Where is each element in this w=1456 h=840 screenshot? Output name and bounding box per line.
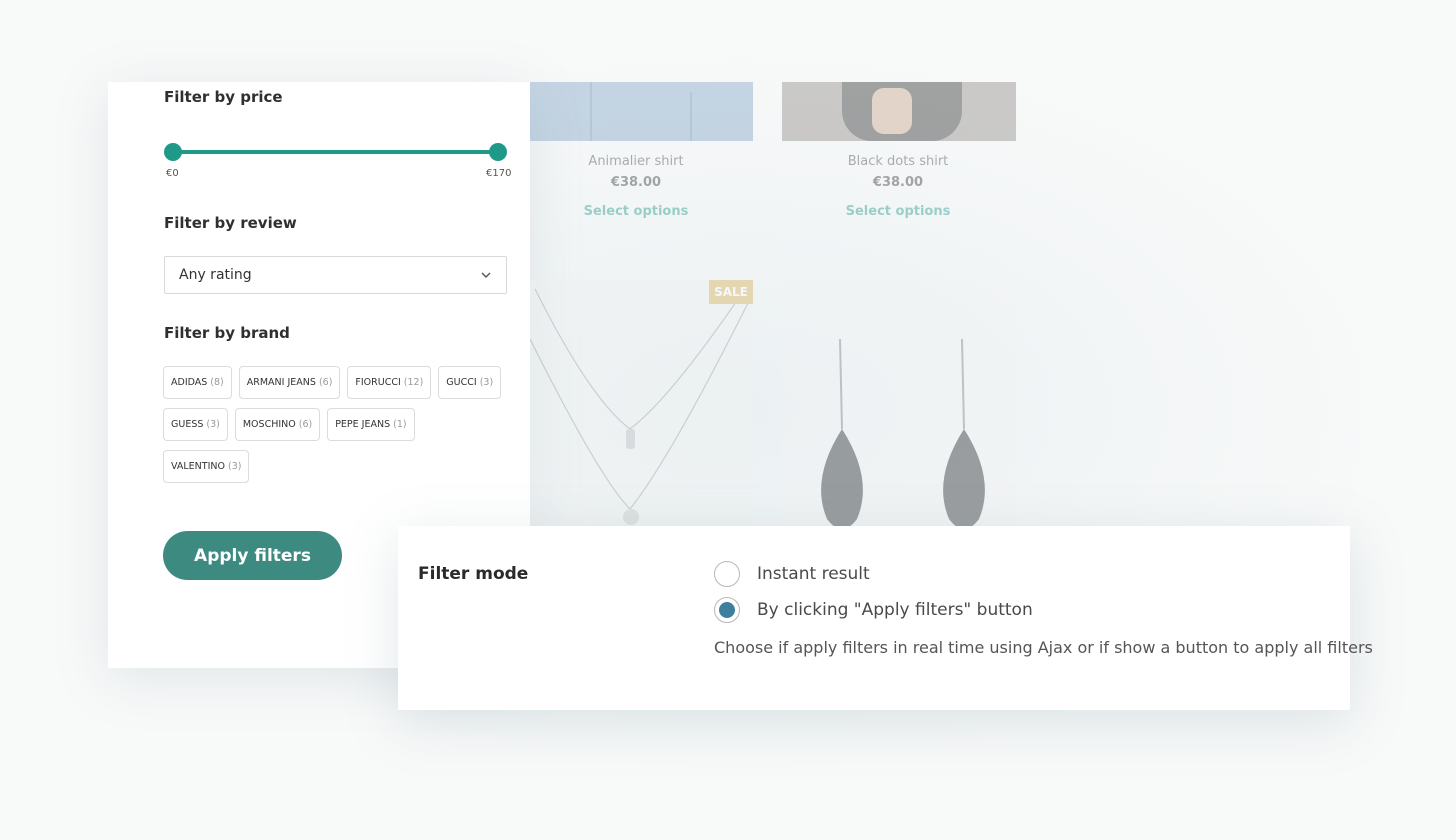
brand-tag-count: (3): [479, 377, 494, 388]
radio-label[interactable]: Instant result: [757, 564, 870, 584]
brand-tag[interactable]: ADIDAS (8): [163, 366, 232, 399]
brand-tag-count: (1): [393, 419, 407, 430]
necklace-image: [530, 288, 751, 525]
product-image[interactable]: [782, 82, 1016, 141]
brand-tag-list: ADIDAS (8) ARMANI JEANS (6) FIORUCCI (12) GUCC…: [163, 366, 508, 483]
brand-tag[interactable]: GUCCI (3): [438, 366, 502, 399]
brand-tag-count: (8): [210, 377, 224, 388]
product-price: €38.00: [872, 175, 924, 190]
select-options-link[interactable]: Select options: [530, 204, 751, 219]
product-name[interactable]: Animalier shirt: [530, 154, 751, 169]
brand-tag-name: MOSCHINO: [242, 419, 296, 430]
brand-tag-name: FIORUCCI: [355, 377, 401, 388]
radio-label[interactable]: By clicking "Apply filters" button: [757, 600, 1033, 620]
radio-apply-button-mode[interactable]: By clicking "Apply filters" button: [714, 597, 1033, 623]
brand-tag[interactable]: VALENTINO (3): [163, 450, 250, 483]
rating-select[interactable]: Any rating: [164, 256, 507, 294]
price-slider-max-handle[interactable]: [489, 143, 507, 161]
product-image-necklace[interactable]: [530, 279, 753, 526]
filter-mode-card: Filter mode Instant result By clicking "…: [398, 526, 1373, 710]
price-min-label: €0: [166, 168, 179, 179]
product-name[interactable]: Black dots shirt: [783, 154, 1013, 169]
radio-button-selected[interactable]: [714, 597, 740, 623]
brand-filter-title: Filter by brand: [164, 324, 290, 342]
brand-tag-count: (3): [227, 461, 242, 472]
brand-tag[interactable]: FIORUCCI (12): [347, 366, 432, 399]
brand-tag-count: (6): [318, 377, 333, 388]
price-slider-min-handle[interactable]: [164, 143, 182, 161]
brand-tag-name: PEPE JEANS: [335, 419, 391, 430]
brand-tag-name: GUCCI: [446, 377, 477, 388]
brand-tag-count: (3): [206, 419, 220, 430]
chevron-down-icon: [481, 272, 491, 278]
price-max-label: €170: [486, 168, 512, 179]
brand-tag-name: VALENTINO: [171, 461, 225, 472]
filter-mode-label: Filter mode: [418, 564, 529, 584]
rating-select-value: Any rating: [179, 267, 252, 283]
brand-tag-name: GUESS: [171, 419, 204, 430]
brand-tag[interactable]: PEPE JEANS (1): [327, 408, 415, 441]
price-slider-track[interactable]: [173, 150, 498, 154]
brand-tag-count: (12): [403, 377, 424, 388]
product-grid: Animalier shirt €38.00 Select options Bl…: [530, 82, 1030, 526]
radio-selected-dot: [719, 602, 735, 618]
brand-tag-name: ARMANI JEANS: [246, 377, 316, 388]
radio-button[interactable]: [714, 561, 740, 587]
brand-tag[interactable]: ARMANI JEANS (6): [238, 366, 341, 399]
review-filter-title: Filter by review: [164, 214, 297, 232]
product-image[interactable]: [530, 82, 753, 141]
brand-tag[interactable]: GUESS (3): [163, 408, 228, 441]
brand-tag[interactable]: MOSCHINO (6): [234, 408, 321, 441]
earrings-image: [821, 338, 985, 526]
brand-tag-count: (6): [298, 419, 313, 430]
apply-filters-button[interactable]: Apply filters: [163, 531, 342, 580]
filter-mode-description: Choose if apply filters in real time usi…: [714, 638, 1373, 657]
select-options-link[interactable]: Select options: [783, 204, 1013, 219]
brand-tag-name: ADIDAS: [171, 377, 208, 388]
price-filter-title: Filter by price: [164, 88, 283, 106]
radio-instant-result[interactable]: Instant result: [714, 561, 870, 587]
product-image-earrings[interactable]: [782, 279, 1016, 526]
sale-badge: SALE: [709, 280, 753, 304]
product-price: €38.00: [610, 175, 662, 190]
